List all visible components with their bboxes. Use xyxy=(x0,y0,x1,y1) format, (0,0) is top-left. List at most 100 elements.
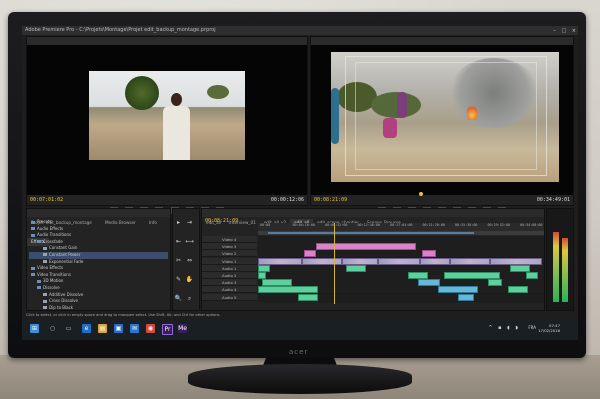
folder-icon xyxy=(37,279,41,283)
track-header[interactable]: Video 2 xyxy=(202,250,257,258)
audio-meter-left xyxy=(553,232,559,302)
close-button[interactable]: × xyxy=(572,28,576,34)
effects-tree-item[interactable]: Dissolve xyxy=(29,285,168,292)
effects-tree-item[interactable]: Additive Dissolve xyxy=(29,292,168,299)
audio-clip[interactable] xyxy=(508,286,528,294)
store-icon[interactable]: ▣ xyxy=(114,324,123,333)
program-video-area[interactable] xyxy=(311,45,573,195)
timeline-timecode[interactable]: 00:08:21:09 xyxy=(205,218,238,224)
title-clip[interactable] xyxy=(422,250,436,258)
effects-tree-label: Constant Gain xyxy=(49,245,78,251)
search-icon[interactable]: ○ xyxy=(48,324,57,333)
audio-clip[interactable] xyxy=(438,286,478,294)
title-clip[interactable] xyxy=(304,250,316,258)
tool-button[interactable]: ⟷ xyxy=(185,238,194,245)
folder-icon xyxy=(31,220,35,224)
program-playhead[interactable] xyxy=(419,192,423,196)
video-clip[interactable] xyxy=(490,257,542,265)
track-header[interactable]: Audio 2 xyxy=(202,272,257,279)
audio-clip[interactable] xyxy=(258,264,270,272)
effects-tree-item[interactable]: Dip to Black xyxy=(29,305,168,312)
audio-meters-panel xyxy=(546,208,574,311)
tool-button[interactable]: 🔍 xyxy=(174,295,183,302)
chrome-icon[interactable]: ◉ xyxy=(146,324,155,333)
premiere-icon[interactable]: Pr xyxy=(162,324,173,335)
tool-button[interactable]: ✋ xyxy=(185,276,194,283)
tool-button[interactable]: ⇥ xyxy=(185,219,194,226)
timeline-track: Video 3 xyxy=(202,243,544,252)
effects-tree-item[interactable]: Crossfade xyxy=(29,239,168,246)
minimize-button[interactable]: – xyxy=(553,28,556,34)
effects-tree-item[interactable]: Constant Power xyxy=(29,251,168,259)
program-transport-controls: { } |◀ ◀ ▶ ▶| ⊕ ⊖ ⤢ xyxy=(311,197,573,214)
tool-button[interactable]: ⇔ xyxy=(185,257,194,264)
task-view-icon[interactable]: ▭ xyxy=(64,324,73,333)
timeline-track: Audio 2 xyxy=(202,272,544,280)
program-monitor-panel: Program: edit_all 00:08:21:09 00:34:49:0… xyxy=(310,36,574,214)
track-header[interactable]: Video 4 xyxy=(202,236,257,243)
video-clip[interactable] xyxy=(302,257,342,265)
file-explorer-icon[interactable]: ▤ xyxy=(98,324,107,333)
video-clip[interactable] xyxy=(450,257,490,265)
audio-clip[interactable] xyxy=(408,272,428,279)
video-clip[interactable] xyxy=(378,257,420,265)
tool-button[interactable]: ✂ xyxy=(174,257,183,264)
audio-clip[interactable] xyxy=(510,264,530,272)
effects-tree-label: 3D Motion xyxy=(43,278,64,284)
track-header[interactable]: Video 3 xyxy=(202,243,257,251)
work-area-bar[interactable] xyxy=(258,231,544,235)
tool-button[interactable]: ⇤ xyxy=(174,238,183,245)
effects-tree-item[interactable]: Video Transitions xyxy=(29,272,168,279)
track-header[interactable]: Audio 1 xyxy=(202,264,257,272)
effects-tree-item[interactable]: Video Effects xyxy=(29,265,168,272)
folder-icon xyxy=(31,273,35,277)
track-lane[interactable] xyxy=(258,293,544,302)
effects-tree-item[interactable]: Audio Transitions xyxy=(29,232,168,239)
timeline-track: Audio 3 xyxy=(202,279,544,288)
edge-icon[interactable]: e xyxy=(82,324,91,333)
system-clock[interactable]: 07:47 17/02/2016 xyxy=(538,323,560,333)
effects-tree-item[interactable]: Audio Effects xyxy=(29,226,168,233)
track-header[interactable]: Audio 4 xyxy=(202,286,257,294)
tool-button[interactable]: ⌕ xyxy=(185,295,194,302)
track-header[interactable]: Audio 5 xyxy=(202,293,257,301)
audio-clip[interactable] xyxy=(346,264,366,272)
effects-tree-item[interactable]: Constant Gain xyxy=(29,245,168,252)
effects-tree-item[interactable]: Presets xyxy=(29,219,168,226)
audio-clip[interactable] xyxy=(298,293,318,301)
mail-icon[interactable]: ✉ xyxy=(130,324,139,333)
video-clip[interactable] xyxy=(342,257,378,265)
track-header[interactable]: Video 1 xyxy=(202,257,257,265)
tree-shape xyxy=(207,85,229,99)
audio-clip[interactable] xyxy=(458,293,474,301)
maximize-button[interactable]: □ xyxy=(561,28,566,34)
effects-tree-label: Video Effects xyxy=(37,265,64,271)
audio-clip[interactable] xyxy=(488,279,502,287)
audio-clip[interactable] xyxy=(444,272,500,279)
effects-tree-item[interactable]: Cross Dissolve xyxy=(29,298,168,305)
effects-tree-label: Exponential Fade xyxy=(49,258,84,264)
effects-tree-item[interactable]: Exponential Fade xyxy=(29,259,168,266)
windows-start-icon[interactable]: ⊞ xyxy=(30,324,39,333)
track-header[interactable]: Audio 3 xyxy=(202,279,257,287)
system-tray-icons[interactable]: ^ ▪ ◖ ◗ xyxy=(488,325,520,331)
audio-clip[interactable] xyxy=(258,272,266,279)
source-video-area[interactable] xyxy=(27,45,307,195)
status-bar: Click to select, or click in empty space… xyxy=(26,313,221,317)
audio-clip[interactable] xyxy=(262,279,292,287)
video-clip[interactable] xyxy=(420,257,450,265)
ruler-tick-label: 00:08:32:00 xyxy=(325,223,348,227)
language-indicator[interactable]: FRA xyxy=(528,325,536,330)
audio-clip[interactable] xyxy=(418,279,440,287)
title-clip[interactable] xyxy=(316,243,416,251)
effects-tree-item[interactable]: 3D Motion xyxy=(29,278,168,285)
tool-button[interactable]: ✎ xyxy=(174,276,183,283)
video-clip[interactable] xyxy=(258,257,302,265)
effect-icon xyxy=(43,306,47,310)
media-encoder-icon[interactable]: Me xyxy=(178,324,187,333)
tool-button[interactable]: ▸ xyxy=(174,219,183,226)
audio-clip[interactable] xyxy=(258,286,318,294)
timeline-playhead[interactable] xyxy=(334,223,335,304)
timeline-ruler[interactable]: 00:00 00:04:16:00 00:08:32:00 00:12:48:00 00… xyxy=(258,223,544,231)
audio-clip[interactable] xyxy=(526,272,538,279)
